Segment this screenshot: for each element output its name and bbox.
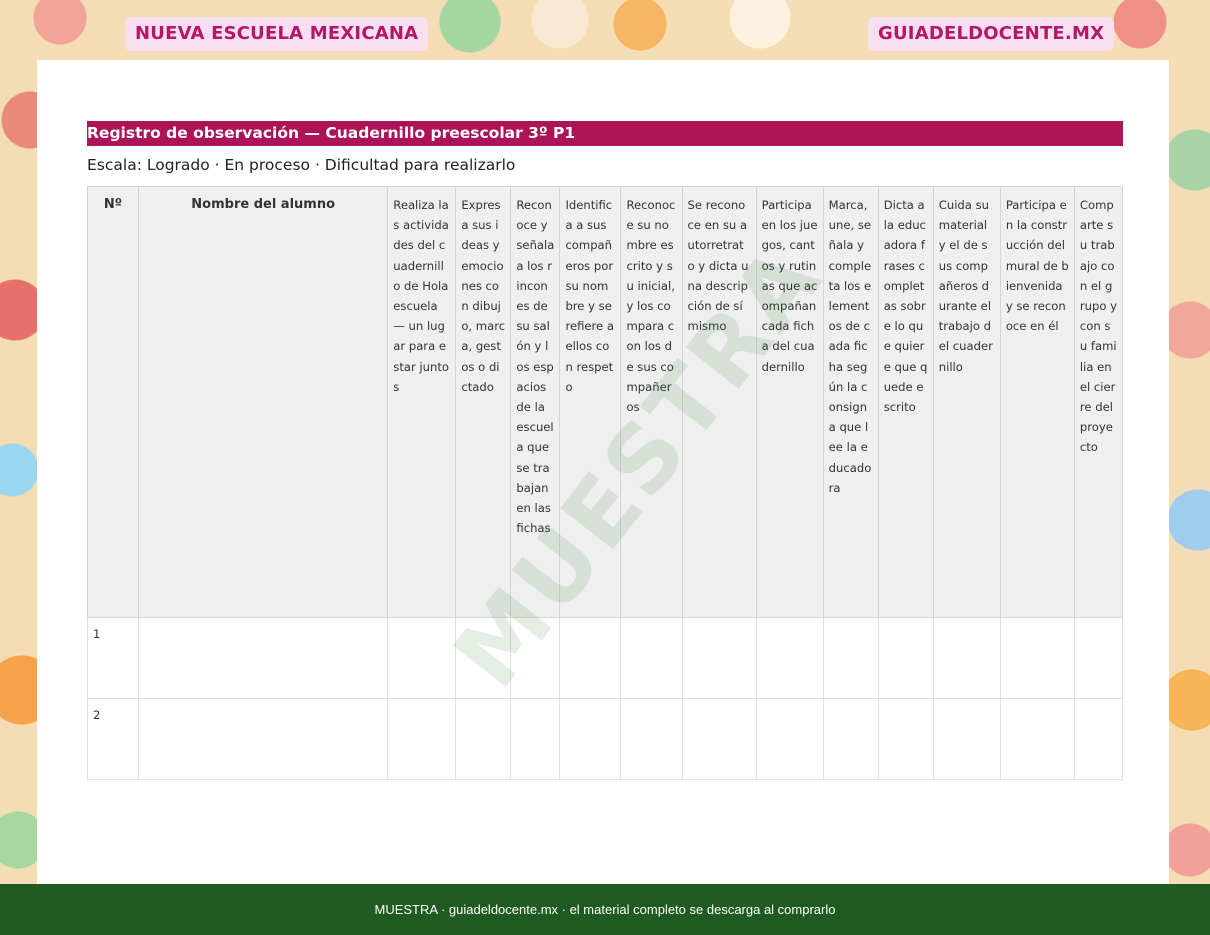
table-row: 1 bbox=[86, 617, 1124, 699]
criterion-cell[interactable] bbox=[620, 617, 683, 699]
column-header-criterion: Participa en la construcción del mural d… bbox=[999, 186, 1075, 618]
criterion-cell[interactable] bbox=[1073, 698, 1124, 780]
criterion-cell[interactable] bbox=[999, 617, 1075, 699]
criterion-cell[interactable] bbox=[999, 698, 1075, 780]
column-header-criterion: Cuida su material y el de sus compañeros… bbox=[932, 186, 1001, 618]
criterion-cell[interactable] bbox=[822, 617, 879, 699]
document-title: Registro de observación — Cuadernillo pr… bbox=[87, 121, 1123, 146]
row-number: 2 bbox=[86, 698, 140, 780]
criterion-cell[interactable] bbox=[755, 698, 824, 780]
footer-notice: MUESTRA · guiadeldocente.mx · el materia… bbox=[0, 884, 1210, 935]
criterion-cell[interactable] bbox=[559, 698, 622, 780]
criterion-cell[interactable] bbox=[681, 617, 757, 699]
column-header-criterion: Marca, une, señala y completa los elemen… bbox=[822, 186, 879, 618]
table-header-row: Nº Nombre del alumno Realiza las activid… bbox=[86, 186, 1124, 618]
row-number: 1 bbox=[86, 617, 140, 699]
evaluation-scale: Escala: Logrado · En proceso · Dificulta… bbox=[87, 156, 516, 174]
criterion-cell[interactable] bbox=[455, 617, 512, 699]
brand-badge-nueva-escuela: NUEVA ESCUELA MEXICANA bbox=[125, 17, 429, 51]
table-row: 2 bbox=[86, 698, 1124, 780]
criterion-cell[interactable] bbox=[932, 617, 1001, 699]
criterion-cell[interactable] bbox=[1073, 617, 1124, 699]
criterion-cell[interactable] bbox=[681, 698, 757, 780]
column-header-criterion: Identifica a sus compañeros por su nombr… bbox=[559, 186, 622, 618]
observation-table: Nº Nombre del alumno Realiza las activid… bbox=[86, 186, 1124, 780]
column-header-criterion: Dicta a la educadora frases completas so… bbox=[877, 186, 934, 618]
criterion-cell[interactable] bbox=[932, 698, 1001, 780]
column-header-number: Nº bbox=[86, 186, 140, 618]
column-header-student-name: Nombre del alumno bbox=[138, 186, 389, 618]
criterion-cell[interactable] bbox=[620, 698, 683, 780]
criterion-cell[interactable] bbox=[755, 617, 824, 699]
criterion-cell[interactable] bbox=[510, 617, 561, 699]
brand-badge-site: GUIADELDOCENTE.MX bbox=[868, 17, 1115, 51]
column-header-criterion: Se reconoce en su autorretrato y dicta u… bbox=[681, 186, 757, 618]
criterion-cell[interactable] bbox=[387, 617, 457, 699]
criterion-cell[interactable] bbox=[877, 698, 934, 780]
criterion-cell[interactable] bbox=[455, 698, 512, 780]
criterion-cell[interactable] bbox=[877, 617, 934, 699]
column-header-criterion: Reconoce y señala a los rincones de su s… bbox=[510, 186, 561, 618]
criterion-cell[interactable] bbox=[559, 617, 622, 699]
criterion-cell[interactable] bbox=[510, 698, 561, 780]
student-name-cell[interactable] bbox=[138, 698, 389, 780]
column-header-criterion: Participa en los juegos, cantos y rutina… bbox=[755, 186, 824, 618]
criterion-cell[interactable] bbox=[387, 698, 457, 780]
column-header-criterion: Reconoce su nombre escrito y su inicial,… bbox=[620, 186, 683, 618]
column-header-criterion: Expresa sus ideas y emociones con dibujo… bbox=[455, 186, 512, 618]
column-header-criterion: Comparte su trabajo con el grupo y con s… bbox=[1073, 186, 1124, 618]
student-name-cell[interactable] bbox=[138, 617, 389, 699]
criterion-cell[interactable] bbox=[822, 698, 879, 780]
column-header-criterion: Realiza las actividades del cuadernillo … bbox=[387, 186, 457, 618]
